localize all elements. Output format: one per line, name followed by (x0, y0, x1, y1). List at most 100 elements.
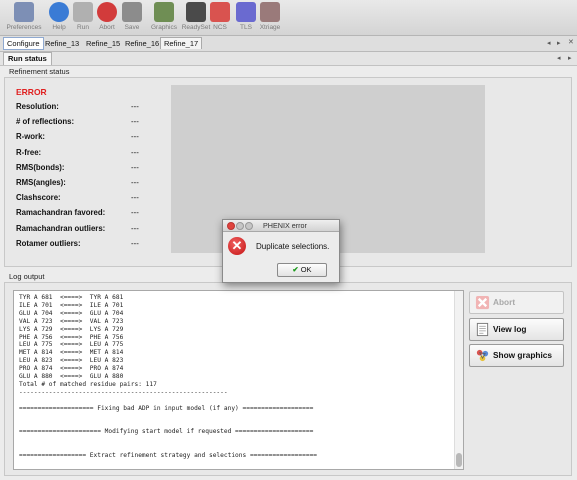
dialog-message: Duplicate selections. (256, 242, 330, 251)
tab-refine-13[interactable]: Refine_13 (42, 38, 82, 49)
abort-icon (475, 295, 490, 310)
stat-value: --- (131, 117, 139, 127)
toolbar-button-xtriage[interactable]: Xtriage (257, 2, 283, 31)
log-line: PRO A 874 <====> PRO A 874 (19, 365, 124, 373)
dialog-title: PHENIX error (263, 221, 307, 230)
error-icon: ✕ (228, 237, 246, 255)
main-toolbar: Preferences Help Run Abort Save Graphics Ready… (0, 0, 577, 36)
stat-label: Resolution: (16, 102, 59, 111)
log-line: MET A 814 <====> MET A 814 (19, 349, 124, 357)
stat-label: Rotamer outliers: (16, 238, 81, 248)
log-line: LEU A 823 <====> LEU A 823 (19, 357, 124, 365)
tab-refine-17[interactable]: Refine_17 (160, 37, 203, 49)
log-line: ====================== Modifying start m… (19, 428, 314, 436)
ok-label: OK (300, 265, 312, 274)
log-scrollbar-thumb[interactable] (456, 453, 462, 467)
stat-value: --- (131, 147, 139, 157)
log-line: ==================== Fixing bad ADP in i… (19, 404, 314, 412)
tls-icon (236, 2, 256, 22)
tab-refine-16[interactable]: Refine_16 (122, 38, 162, 49)
log-output-label: Log output (9, 272, 45, 281)
toolbar-label: Run (77, 24, 89, 31)
tab-configure[interactable]: Configure (3, 37, 44, 50)
toolbar-button-abort[interactable]: Abort (94, 2, 120, 31)
preferences-icon (14, 2, 34, 22)
log-line: PHE A 756 <====> PHE A 756 (19, 333, 124, 341)
log-line: LEU A 775 <====> LEU A 775 (19, 341, 124, 349)
ncs-icon (210, 2, 230, 22)
dialog-titlebar: PHENIX error (223, 220, 339, 232)
stat-label: R-work: (16, 132, 46, 142)
toolbar-button-save[interactable]: Save (119, 2, 145, 31)
log-line: ----------------------------------------… (19, 388, 228, 396)
stat-label: R-free: (16, 147, 42, 157)
stat-label: # of reflections: (16, 117, 75, 127)
show-graphics-button[interactable]: Show graphics (469, 344, 564, 367)
readyset-icon (186, 2, 206, 22)
ok-button[interactable]: ✔ OK (277, 263, 327, 277)
subtab-scroll-left-icon[interactable]: ◂ (557, 54, 561, 62)
log-text-area[interactable]: TYR A 681 <====> TYR A 681 ILE A 701 <===… (13, 290, 464, 470)
toolbar-button-tls[interactable]: TLS (233, 2, 259, 31)
stat-value: --- (131, 102, 139, 111)
toolbar-label: Abort (99, 24, 115, 31)
log-line: TYR A 681 <====> TYR A 681 (19, 294, 124, 301)
subtab-scroll-right-icon[interactable]: ▸ (568, 54, 572, 62)
stat-value: --- (131, 193, 139, 203)
stat-label: Ramachandran outliers: (16, 223, 106, 233)
log-line: ILE A 701 <====> ILE A 701 (19, 301, 124, 309)
view-log-button[interactable]: View log (469, 318, 564, 341)
stat-value: --- (131, 238, 139, 248)
tab-scroll-right-icon[interactable]: ▸ (557, 39, 561, 47)
show-graphics-label: Show graphics (493, 350, 553, 360)
toolbar-label: NCS (213, 24, 227, 31)
log-line: ================== Extract refinement st… (19, 452, 318, 459)
view-log-label: View log (493, 324, 527, 334)
graphics-icon (476, 349, 489, 362)
refinement-status-label: Refinement status (9, 67, 70, 76)
subtab-bar: Run status ◂ ▸ (0, 52, 577, 66)
log-line: GLU A 704 <====> GLU A 704 (19, 309, 124, 317)
abort-button[interactable]: Abort (469, 291, 564, 314)
tab-scroll-left-icon[interactable]: ◂ (547, 39, 551, 47)
minimize-window-icon[interactable] (236, 222, 244, 230)
stat-value: --- (131, 223, 139, 233)
stat-value: --- (131, 208, 139, 218)
abort-icon (97, 2, 117, 22)
toolbar-label: Preferences (6, 24, 42, 31)
toolbar-button-ncs[interactable]: NCS (207, 2, 233, 31)
log-line: VAL A 723 <====> VAL A 723 (19, 317, 124, 325)
stat-label: RMS(angles): (16, 178, 66, 187)
tab-run-status[interactable]: Run status (3, 52, 52, 65)
error-dialog: PHENIX error ✕ Duplicate selections. ✔ OK (222, 219, 340, 283)
stat-label: Ramachandran favored: (16, 208, 106, 218)
help-icon (49, 2, 69, 22)
run-icon (73, 2, 93, 22)
stat-value: --- (131, 178, 139, 187)
stat-value: --- (131, 132, 139, 142)
save-icon (122, 2, 142, 22)
zoom-window-icon[interactable] (245, 222, 253, 230)
toolbar-label: Xtriage (259, 24, 281, 31)
tab-refine-15[interactable]: Refine_15 (83, 38, 123, 49)
graphics-icon (154, 2, 174, 22)
log-scrollbar[interactable] (454, 291, 463, 469)
stat-label: RMS(bonds): (16, 162, 65, 172)
toolbar-button-help[interactable]: Help (46, 2, 72, 31)
job-tab-bar: Configure Refine_13 Refine_15 Refine_16 … (0, 36, 577, 52)
stat-value: --- (131, 162, 139, 172)
close-tab-icon[interactable]: ✕ (568, 38, 574, 46)
toolbar-label: Help (52, 24, 66, 31)
error-status: ERROR (16, 87, 47, 97)
toolbar-label: TLS (240, 24, 252, 31)
stat-label: Clashscore: (16, 193, 61, 203)
toolbar-button-preferences[interactable]: Preferences (4, 2, 44, 31)
close-window-icon[interactable] (227, 222, 235, 230)
abort-button-label: Abort (493, 297, 516, 307)
xtriage-icon (260, 2, 280, 22)
document-icon (476, 322, 489, 337)
log-line: GLU A 880 <====> GLU A 880 (19, 373, 124, 380)
toolbar-button-run[interactable]: Run (70, 2, 96, 31)
log-line: Total # of matched residue pairs: 117 (19, 380, 157, 388)
toolbar-label: Save (124, 24, 140, 31)
